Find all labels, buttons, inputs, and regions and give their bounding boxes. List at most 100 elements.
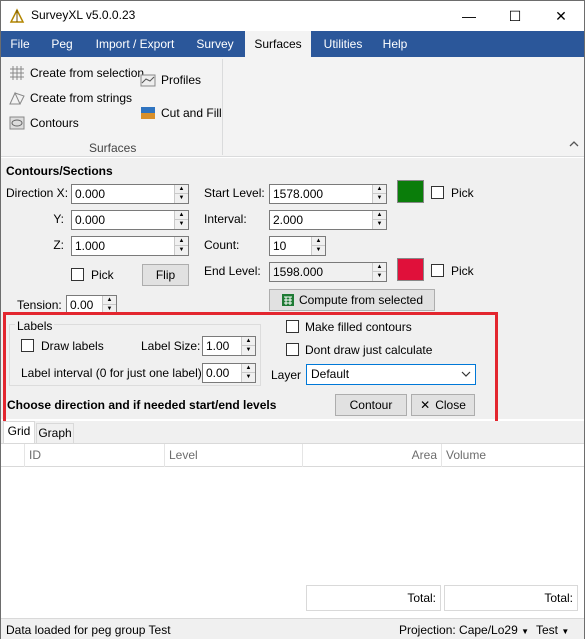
tension-label: Tension: bbox=[17, 298, 62, 312]
ribbon-separator bbox=[222, 59, 223, 155]
row-selector-header bbox=[1, 444, 25, 467]
maximize-button[interactable]: ☐ bbox=[492, 1, 538, 31]
projection-chevron-icon: ▼ bbox=[521, 627, 530, 636]
menu-surfaces[interactable]: Surfaces bbox=[245, 31, 311, 57]
menu-survey[interactable]: Survey bbox=[189, 31, 241, 57]
pick-direction-checkbox[interactable] bbox=[71, 268, 84, 281]
y-label: Y: bbox=[53, 212, 64, 226]
app-logo-icon bbox=[9, 8, 25, 23]
spin-down-icon[interactable]: ▼ bbox=[175, 220, 188, 229]
pick-end-checkbox[interactable] bbox=[431, 264, 444, 277]
menu-utilities[interactable]: Utilities bbox=[317, 31, 369, 57]
pick-end-label: Pick bbox=[451, 264, 474, 278]
spin-down-icon[interactable]: ▼ bbox=[373, 194, 386, 203]
tab-graph[interactable]: Graph bbox=[36, 423, 74, 443]
main-window: SurveyXL v5.0.0.23 — ☐ ✕ File Peg Import… bbox=[0, 0, 585, 639]
end-level-input[interactable]: 1598.000 ▲ ▼ bbox=[269, 262, 387, 282]
count-input[interactable]: 10 ▲ ▼ bbox=[269, 236, 326, 256]
calculator-icon bbox=[281, 294, 294, 306]
contours-icon bbox=[9, 116, 25, 130]
flip-button[interactable]: Flip bbox=[142, 264, 189, 286]
column-level[interactable]: Level bbox=[165, 444, 303, 467]
end-level-spinner[interactable]: ▲ ▼ bbox=[372, 263, 386, 281]
group-dropdown[interactable]: Test ▼ bbox=[536, 623, 569, 637]
minimize-button[interactable]: — bbox=[446, 1, 492, 31]
ribbon-group-label: Surfaces bbox=[89, 141, 137, 155]
profiles-button[interactable]: Profiles bbox=[140, 72, 201, 88]
direction-x-spinner[interactable]: ▲ ▼ bbox=[174, 185, 188, 203]
highlight-frame bbox=[3, 312, 498, 424]
close-window-button[interactable]: ✕ bbox=[538, 1, 584, 31]
pick-start-checkbox[interactable] bbox=[431, 186, 444, 199]
menu-bar: File Peg Import / Export Survey Surfaces… bbox=[1, 31, 584, 57]
interval-label: Interval: bbox=[204, 212, 247, 226]
spin-up-icon[interactable]: ▲ bbox=[175, 185, 188, 194]
ribbon: Create from selection Create from string… bbox=[1, 57, 584, 157]
cut-fill-icon bbox=[141, 107, 155, 119]
count-label: Count: bbox=[204, 238, 240, 252]
pick-direction-label: Pick bbox=[91, 268, 114, 282]
interval-spinner[interactable]: ▲ ▼ bbox=[372, 211, 386, 229]
start-level-input[interactable]: 1578.000 ▲ ▼ bbox=[269, 184, 387, 204]
contours-label: Contours bbox=[30, 116, 79, 130]
menu-peg[interactable]: Peg bbox=[45, 31, 79, 57]
contours-button[interactable]: Contours bbox=[9, 115, 79, 131]
group-chevron-icon: ▼ bbox=[561, 627, 570, 636]
create-from-selection-label: Create from selection bbox=[30, 66, 145, 80]
area-total: Total: bbox=[306, 585, 441, 611]
start-color-swatch[interactable] bbox=[397, 180, 424, 203]
volume-total: Total: bbox=[444, 585, 578, 611]
spin-up-icon[interactable]: ▲ bbox=[103, 296, 116, 305]
spin-up-icon[interactable]: ▲ bbox=[312, 237, 325, 246]
column-id[interactable]: ID bbox=[25, 444, 165, 467]
spin-down-icon[interactable]: ▼ bbox=[175, 194, 188, 203]
menu-help[interactable]: Help bbox=[377, 31, 413, 57]
spin-down-icon[interactable]: ▼ bbox=[312, 246, 325, 255]
create-from-selection-button[interactable]: Create from selection bbox=[9, 65, 144, 81]
spin-up-icon[interactable]: ▲ bbox=[175, 211, 188, 220]
cut-and-fill-button[interactable]: Cut and Fill bbox=[140, 105, 222, 121]
direction-y-input[interactable]: 0.000 ▲ ▼ bbox=[71, 210, 189, 230]
spin-down-icon[interactable]: ▼ bbox=[175, 246, 188, 255]
compute-from-selected-button[interactable]: Compute from selected bbox=[269, 289, 435, 311]
column-area[interactable]: Area bbox=[303, 444, 442, 467]
spin-up-icon[interactable]: ▲ bbox=[373, 211, 386, 220]
title-bar: SurveyXL v5.0.0.23 — ☐ ✕ bbox=[1, 1, 584, 31]
direction-z-spinner[interactable]: ▲ ▼ bbox=[174, 237, 188, 255]
grid-header: ID Level Area Volume bbox=[1, 444, 584, 467]
tin-mesh-icon bbox=[9, 91, 25, 105]
spin-up-icon[interactable]: ▲ bbox=[175, 237, 188, 246]
spin-up-icon[interactable]: ▲ bbox=[373, 263, 386, 272]
status-message: Data loaded for peg group Test bbox=[6, 623, 171, 637]
menu-import-export[interactable]: Import / Export bbox=[89, 31, 181, 57]
start-level-spinner[interactable]: ▲ ▼ bbox=[372, 185, 386, 203]
mesh-grid-icon bbox=[10, 66, 24, 80]
interval-input[interactable]: 2.000 ▲ ▼ bbox=[269, 210, 387, 230]
window-title: SurveyXL v5.0.0.23 bbox=[31, 8, 136, 22]
direction-x-input[interactable]: 0.000 ▲ ▼ bbox=[71, 184, 189, 204]
direction-x-label: Direction X: bbox=[6, 186, 69, 200]
create-from-strings-button[interactable]: Create from strings bbox=[9, 90, 132, 106]
create-from-strings-label: Create from strings bbox=[30, 91, 133, 105]
profile-chart-icon bbox=[140, 74, 156, 87]
section-title: Contours/Sections bbox=[6, 164, 113, 178]
collapse-ribbon-icon[interactable] bbox=[568, 139, 580, 149]
count-spinner[interactable]: ▲ ▼ bbox=[311, 237, 325, 255]
column-volume[interactable]: Volume bbox=[442, 444, 582, 467]
projection-dropdown[interactable]: Projection: Cape/Lo29 ▼ bbox=[399, 623, 529, 637]
end-level-label: End Level: bbox=[204, 264, 261, 278]
profiles-label: Profiles bbox=[161, 73, 202, 87]
spin-up-icon[interactable]: ▲ bbox=[373, 185, 386, 194]
spin-down-icon[interactable]: ▼ bbox=[373, 220, 386, 229]
spin-down-icon[interactable]: ▼ bbox=[373, 272, 386, 281]
menu-file[interactable]: File bbox=[5, 31, 35, 57]
direction-y-spinner[interactable]: ▲ ▼ bbox=[174, 211, 188, 229]
compute-from-selected-label: Compute from selected bbox=[298, 293, 424, 307]
pick-start-label: Pick bbox=[451, 186, 474, 200]
tab-grid[interactable]: Grid bbox=[3, 421, 35, 443]
status-bar: Data loaded for peg group Test Projectio… bbox=[1, 618, 584, 639]
z-label: Z: bbox=[53, 238, 64, 252]
tab-strip: Grid Graph bbox=[1, 421, 584, 443]
end-color-swatch[interactable] bbox=[397, 258, 424, 281]
direction-z-input[interactable]: 1.000 ▲ ▼ bbox=[71, 236, 189, 256]
